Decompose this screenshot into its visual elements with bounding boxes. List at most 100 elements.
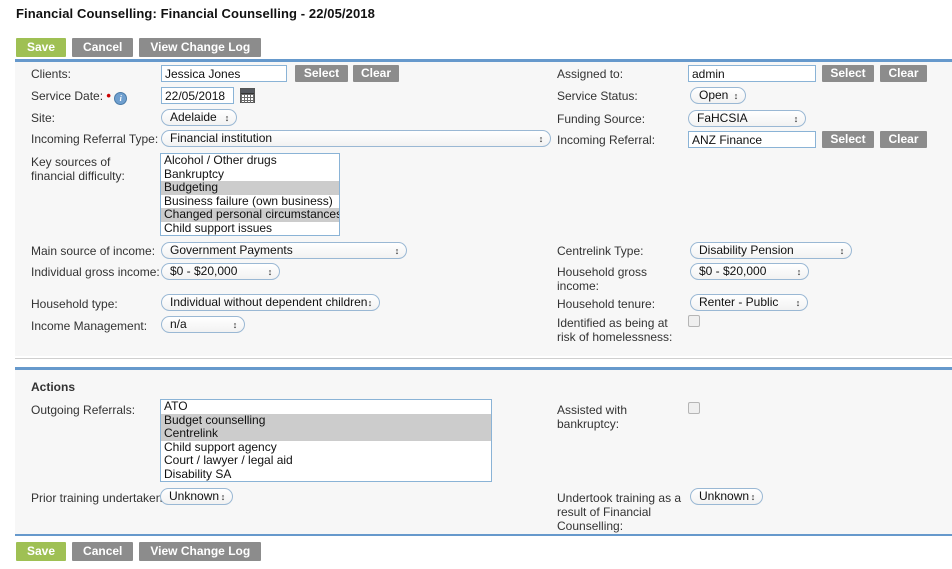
individual-gross-income-value: $0 - $20,000: [170, 264, 238, 278]
assisted-bankruptcy-checkbox[interactable]: [688, 402, 700, 414]
at-risk-homelessness-label: Identified as being at risk of homelessn…: [557, 316, 673, 344]
service-status-label: Service Status:: [557, 89, 638, 103]
list-item[interactable]: Disability SA: [161, 468, 491, 482]
household-tenure-select[interactable]: Renter - Public: [690, 294, 808, 311]
household-gross-income-label: Household gross income:: [557, 265, 648, 293]
household-type-label: Household type:: [31, 297, 118, 311]
assigned-to-select-button[interactable]: Select: [822, 65, 874, 82]
centrelink-type-select[interactable]: Disability Pension: [690, 242, 852, 259]
chevron-updown-icon: [219, 489, 227, 504]
key-sources-label: Key sources of financial difficulty:: [31, 155, 125, 183]
incoming-referral-type-value: Financial institution: [170, 131, 273, 145]
chevron-updown-icon: [794, 295, 802, 310]
chevron-updown-icon: [732, 88, 740, 103]
undertook-training-select[interactable]: Unknown: [690, 488, 763, 505]
service-date-label-text: Service Date:: [31, 89, 104, 103]
service-date-label: Service Date: • i: [31, 88, 128, 105]
prior-training-select[interactable]: Unknown: [160, 488, 233, 505]
incoming-referral-input[interactable]: [688, 131, 816, 148]
clients-clear-button[interactable]: Clear: [353, 65, 399, 82]
view-change-log-button[interactable]: View Change Log: [139, 38, 262, 57]
list-item[interactable]: Child support agency: [161, 441, 491, 455]
list-item[interactable]: Budget counselling: [161, 413, 491, 427]
calendar-icon[interactable]: [240, 88, 255, 103]
main-source-income-value: Government Payments: [170, 243, 293, 257]
cancel-button-bottom[interactable]: Cancel: [72, 542, 134, 561]
centrelink-type-label: Centrelink Type:: [557, 244, 644, 258]
list-item[interactable]: Business failure (own business): [161, 195, 339, 209]
chevron-updown-icon: [223, 110, 231, 125]
site-select[interactable]: Adelaide: [161, 109, 237, 126]
main-form-panel: [15, 59, 952, 356]
income-management-select[interactable]: n/a: [161, 316, 245, 333]
prior-training-label: Prior training undertaken:: [31, 491, 166, 505]
clients-select-button[interactable]: Select: [295, 65, 348, 82]
service-status-value: Open: [699, 88, 729, 102]
outgoing-referrals-listbox[interactable]: ATO Budget counselling Centrelink Child …: [160, 399, 492, 482]
list-item[interactable]: Changed personal circumstances: [161, 208, 339, 222]
chevron-updown-icon: [838, 243, 846, 258]
list-item[interactable]: Child support issues: [161, 222, 339, 236]
household-gross-income-value: $0 - $20,000: [699, 264, 767, 278]
service-status-select[interactable]: Open: [690, 87, 746, 104]
list-item[interactable]: Court / lawyer / legal aid: [161, 454, 491, 468]
income-management-value: n/a: [170, 317, 187, 331]
chevron-updown-icon: [749, 489, 757, 504]
incoming-referral-select-button[interactable]: Select: [822, 131, 874, 148]
bottom-divider: [15, 534, 952, 536]
household-type-select[interactable]: Individual without dependent children: [161, 294, 380, 311]
household-gross-income-select[interactable]: $0 - $20,000: [690, 263, 809, 280]
list-item[interactable]: Alcohol / Other drugs: [161, 154, 339, 168]
required-marker: •: [106, 88, 111, 103]
view-change-log-button-bottom[interactable]: View Change Log: [139, 542, 262, 561]
individual-gross-income-label: Individual gross income:: [31, 265, 160, 279]
outgoing-referrals-label: Outgoing Referrals:: [31, 403, 136, 417]
funding-source-value: FaHCSIA: [697, 111, 748, 125]
incoming-referral-label: Incoming Referral:: [557, 133, 656, 147]
chevron-updown-icon: [795, 264, 803, 279]
funding-source-select[interactable]: FaHCSIA: [688, 110, 806, 127]
incoming-referral-clear-button[interactable]: Clear: [880, 131, 927, 148]
chevron-updown-icon: [537, 131, 545, 146]
clients-label: Clients:: [31, 67, 72, 81]
centrelink-type-value: Disability Pension: [699, 243, 794, 257]
funding-source-label: Funding Source:: [557, 112, 646, 126]
incoming-referral-type-label: Incoming Referral Type:: [31, 132, 159, 146]
assigned-to-clear-button[interactable]: Clear: [880, 65, 927, 82]
save-button-bottom[interactable]: Save: [16, 542, 67, 561]
household-type-value: Individual without dependent children: [170, 295, 368, 309]
individual-gross-income-select[interactable]: $0 - $20,000: [161, 263, 280, 280]
prior-training-value: Unknown: [169, 489, 220, 503]
main-source-income-label: Main source of income:: [31, 244, 156, 258]
at-risk-homelessness-checkbox[interactable]: [688, 315, 700, 327]
section-divider: [15, 358, 952, 359]
undertook-training-label: Undertook training as a result of Financ…: [557, 491, 682, 533]
chevron-updown-icon: [393, 243, 401, 258]
top-toolbar: Save Cancel View Change Log: [16, 38, 262, 57]
page-title: Financial Counselling: Financial Counsel…: [16, 6, 375, 21]
chevron-updown-icon: [792, 111, 800, 126]
list-item[interactable]: Bankruptcy: [161, 168, 339, 182]
undertook-training-value: Unknown: [699, 489, 750, 503]
bottom-toolbar: Save Cancel View Change Log: [16, 542, 262, 561]
save-button[interactable]: Save: [16, 38, 67, 57]
clients-input[interactable]: [161, 65, 287, 82]
info-icon[interactable]: i: [114, 92, 128, 105]
site-select-value: Adelaide: [170, 110, 217, 124]
household-tenure-label: Household tenure:: [557, 297, 656, 311]
key-sources-listbox[interactable]: Alcohol / Other drugs Bankruptcy Budgeti…: [160, 153, 340, 236]
list-item[interactable]: Centrelink: [161, 427, 491, 441]
list-item[interactable]: Budgeting: [161, 181, 339, 195]
assigned-to-input[interactable]: [688, 65, 816, 82]
actions-heading: Actions: [31, 380, 76, 394]
incoming-referral-type-select[interactable]: Financial institution: [161, 130, 551, 147]
main-source-income-select[interactable]: Government Payments: [161, 242, 407, 259]
chevron-updown-icon: [366, 295, 374, 310]
cancel-button[interactable]: Cancel: [72, 38, 134, 57]
household-tenure-value: Renter - Public: [699, 295, 779, 309]
list-item[interactable]: ATO: [161, 400, 491, 414]
chevron-updown-icon: [231, 317, 239, 332]
service-date-input[interactable]: [161, 87, 234, 104]
income-management-label: Income Management:: [31, 319, 148, 333]
assisted-bankruptcy-label: Assisted with bankruptcy:: [557, 403, 628, 431]
